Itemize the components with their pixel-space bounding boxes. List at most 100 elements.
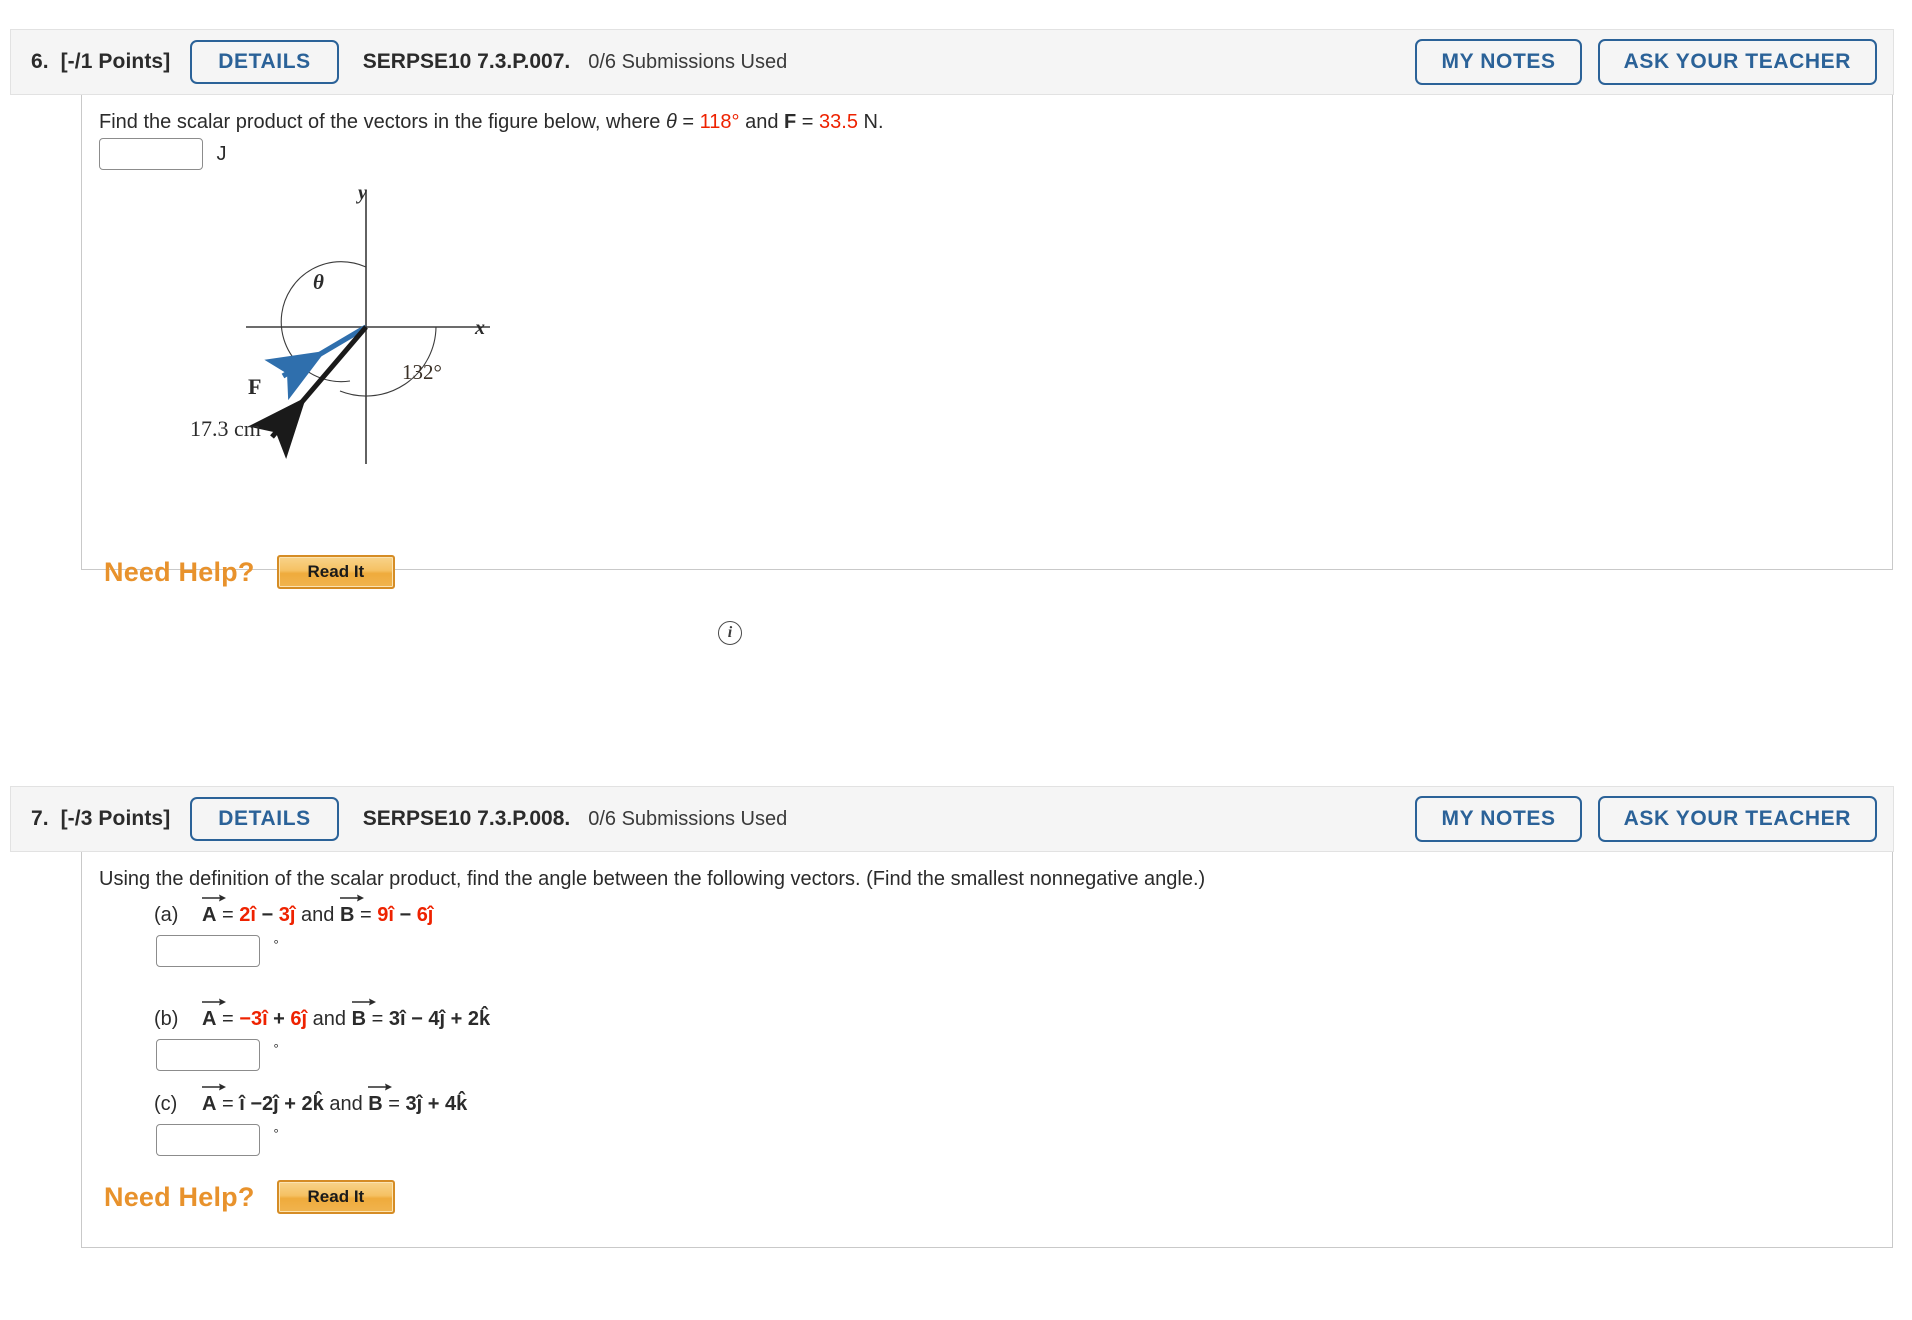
equals-c1: = xyxy=(222,1093,234,1115)
part-a-a-term-2: 3ĵ xyxy=(278,904,296,926)
part-c-expression: (c) A = î −2ĵ + 2k̂ and B = 3ĵ + 4k̂ xyxy=(154,1083,468,1116)
need-help-label-6: Need Help? xyxy=(104,556,255,587)
submissions-used-6: 0/6 Submissions Used xyxy=(588,50,788,73)
equals-a1: = xyxy=(222,904,234,926)
vector-a-symbol-b: A xyxy=(202,998,226,1031)
answer-unit-c: ° xyxy=(273,1125,279,1141)
theta-value: 118° xyxy=(699,111,740,133)
part-b-a-term-2: 6ĵ xyxy=(290,1008,308,1030)
read-it-button-6[interactable]: Read It xyxy=(276,555,396,589)
answer-row-6: J xyxy=(99,138,226,170)
vector-arrow-icon xyxy=(368,1083,393,1091)
question-number-points-7: 7. [-/3 Points] xyxy=(31,807,170,831)
question-points-7: [-/3 Points] xyxy=(60,807,171,830)
details-button-7[interactable]: DETAILS xyxy=(190,797,339,841)
part-c-b-terms: 3ĵ + 4k̂ xyxy=(405,1093,468,1115)
part-a-b-op: − xyxy=(393,904,417,926)
part-a: (a) A = 2î − 3ĵ and B = 9î − 6ĵ ° xyxy=(154,894,434,967)
and-word-b: and xyxy=(312,1008,347,1030)
y-axis-label: y xyxy=(356,182,367,204)
equals-b1: = xyxy=(222,1008,234,1030)
answer-input-6[interactable] xyxy=(99,138,203,170)
need-help-row-6: Need Help? Read It xyxy=(104,555,396,589)
vector-arrow-icon xyxy=(202,894,226,902)
force-label: F xyxy=(248,374,261,399)
force-value: 33.5 xyxy=(819,111,858,133)
submissions-used-7: 0/6 Submissions Used xyxy=(588,807,788,830)
read-it-button-7[interactable]: Read It xyxy=(276,1180,396,1214)
theta-label: θ xyxy=(313,270,324,294)
vector-figure-6: x y θ 132° F 17.3 cm xyxy=(190,179,585,469)
question-body-7: Using the definition of the scalar produ… xyxy=(81,852,1893,1248)
part-b-b-terms: 3î − 4ĵ + 2k̂ xyxy=(388,1008,491,1030)
part-b-label: (b) xyxy=(154,1008,179,1030)
my-notes-button-7[interactable]: MY NOTES xyxy=(1415,796,1582,842)
part-b-a-op: + xyxy=(267,1008,291,1030)
part-c-a-terms: î −2ĵ + 2k̂ xyxy=(239,1093,324,1115)
question-header-7: 7. [-/3 Points] DETAILS SERPSE10 7.3.P.0… xyxy=(10,786,1894,852)
part-b-answer-row: ° xyxy=(156,1039,490,1071)
equals-2: = xyxy=(796,111,820,133)
question-number-6: 6. xyxy=(31,50,49,73)
question-block-6: 6. [-/1 Points] DETAILS SERPSE10 7.3.P.0… xyxy=(10,29,1894,645)
answer-input-a[interactable] xyxy=(156,935,260,967)
equals-c2: = xyxy=(388,1093,400,1115)
vector-b-symbol-a: B xyxy=(339,894,364,927)
equals-1: = xyxy=(676,111,700,133)
question-body-6: Find the scalar product of the vectors i… xyxy=(81,95,1893,645)
part-a-label: (a) xyxy=(154,904,179,926)
part-c-answer-row: ° xyxy=(156,1124,467,1156)
prompt-and: and xyxy=(739,111,785,133)
angle-132-label: 132° xyxy=(402,360,442,384)
details-button-6[interactable]: DETAILS xyxy=(190,40,339,84)
answer-input-b[interactable] xyxy=(156,1039,260,1071)
need-help-row-7: Need Help? Read It xyxy=(104,1180,396,1214)
part-a-a-op: − xyxy=(255,904,279,926)
part-c-label: (c) xyxy=(154,1093,178,1115)
answer-unit-b: ° xyxy=(273,1040,279,1056)
question-prompt-6: Find the scalar product of the vectors i… xyxy=(99,109,884,135)
answer-input-c[interactable] xyxy=(156,1124,260,1156)
part-b-a-term-1: −3î xyxy=(239,1008,268,1030)
question-prompt-7: Using the definition of the scalar produ… xyxy=(99,868,1206,890)
vector-arrow-icon xyxy=(339,894,364,902)
and-word-a: and xyxy=(301,904,335,926)
vector-a-symbol-a: A xyxy=(202,894,226,927)
and-word-c: and xyxy=(329,1093,363,1115)
question-block-7: 7. [-/3 Points] DETAILS SERPSE10 7.3.P.0… xyxy=(10,786,1894,1248)
equals-b2: = xyxy=(371,1008,384,1030)
equals-a2: = xyxy=(359,904,372,926)
part-a-answer-row: ° xyxy=(156,935,433,967)
header-actions-7: MY NOTES ASK YOUR TEACHER xyxy=(1415,796,1877,842)
force-unit: N. xyxy=(857,111,884,133)
vector-b-symbol-c: B xyxy=(368,1083,393,1116)
part-a-expression: (a) A = 2î − 3ĵ and B = 9î − 6ĵ xyxy=(154,894,434,927)
vector-arrow-icon xyxy=(202,1083,226,1091)
part-c: (c) A = î −2ĵ + 2k̂ and B = 3ĵ + 4k̂ ° xyxy=(154,1083,468,1156)
question-points-6: [-/1 Points] xyxy=(60,50,171,73)
question-code-6: SERPSE10 7.3.P.007. xyxy=(362,50,571,73)
answer-unit-6: J xyxy=(216,142,227,165)
vector-a-symbol-c: A xyxy=(202,1083,226,1116)
my-notes-button-6[interactable]: MY NOTES xyxy=(1415,39,1582,85)
ask-your-teacher-button-6[interactable]: ASK YOUR TEACHER xyxy=(1597,39,1877,85)
question-header-6: 6. [-/1 Points] DETAILS SERPSE10 7.3.P.0… xyxy=(10,29,1894,95)
force-symbol: F xyxy=(784,111,797,133)
vector-b-symbol-b: B xyxy=(351,998,376,1031)
displacement-label: 17.3 cm xyxy=(190,416,261,441)
prompt-text-part1: Find the scalar product of the vectors i… xyxy=(99,111,666,133)
part-a-b-term-2: 6ĵ xyxy=(416,904,434,926)
answer-unit-a: ° xyxy=(273,936,279,952)
part-a-b-term-1: 9î xyxy=(377,904,394,926)
part-b: (b) A = −3î + 6ĵ and B = 3î − 4ĵ + 2k̂ ° xyxy=(154,998,491,1071)
vector-arrow-icon xyxy=(202,998,226,1006)
ask-your-teacher-button-7[interactable]: ASK YOUR TEACHER xyxy=(1597,796,1877,842)
part-a-a-term-1: 2î xyxy=(239,904,256,926)
question-code-7: SERPSE10 7.3.P.008. xyxy=(362,807,571,830)
question-number-7: 7. xyxy=(31,807,49,830)
theta-symbol: θ xyxy=(665,111,677,133)
question-number-points-6: 6. [-/1 Points] xyxy=(31,50,170,74)
figure-svg: x y θ 132° F 17.3 cm xyxy=(190,179,585,469)
info-icon-6[interactable]: i xyxy=(718,621,742,645)
vector-arrow-icon xyxy=(351,998,376,1006)
